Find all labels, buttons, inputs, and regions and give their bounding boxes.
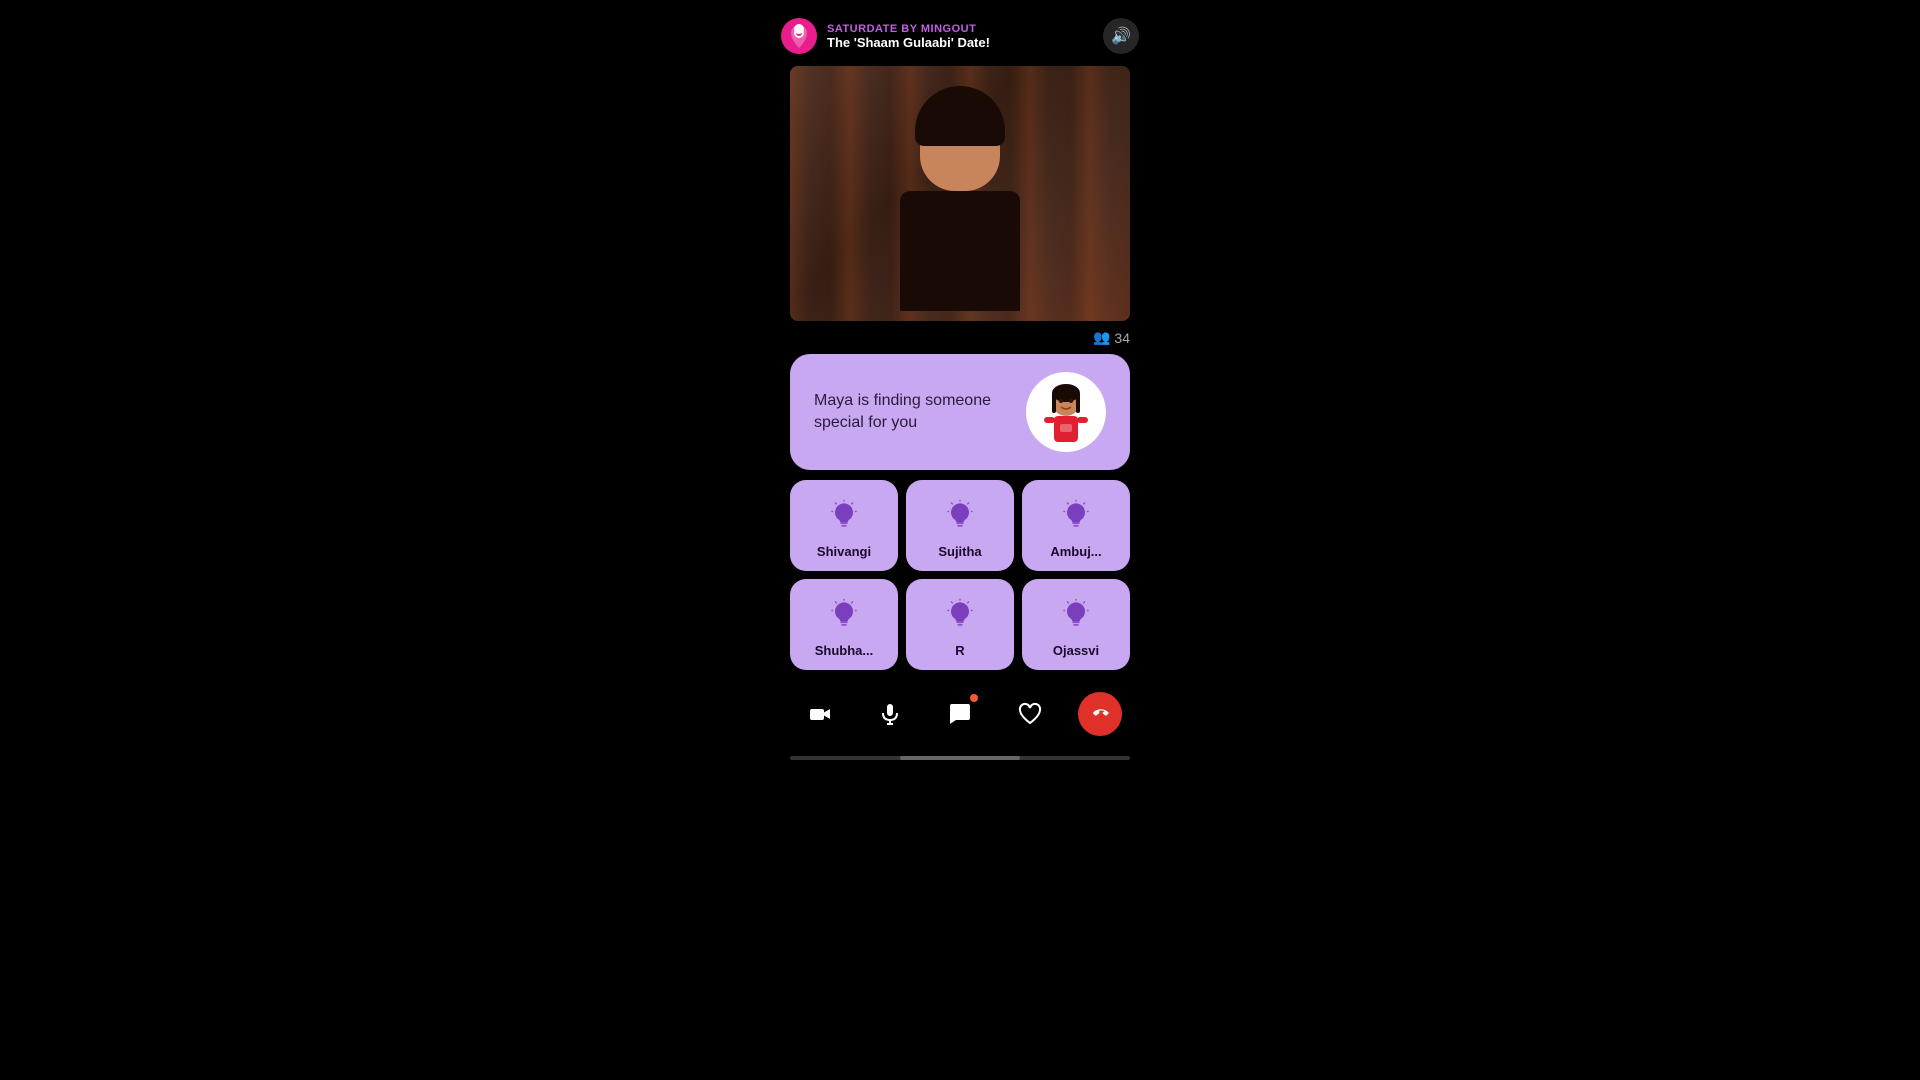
participant-name-sujitha: Sujitha <box>938 544 981 559</box>
app-logo <box>781 18 817 54</box>
video-placeholder <box>790 66 1130 321</box>
maya-card: Maya is finding someone special for you <box>790 354 1130 470</box>
person-body <box>900 191 1020 311</box>
end-call-icon <box>1088 702 1112 726</box>
participants-bar: 👥 34 <box>790 325 1130 350</box>
participant-name-r: R <box>955 643 964 658</box>
header-text: SATURDATE BY MINGOUT The 'Shaam Gulaabi'… <box>827 23 990 50</box>
maya-avatar <box>1026 372 1106 452</box>
mic-button[interactable] <box>868 692 912 736</box>
maya-character-svg <box>1036 380 1096 452</box>
chat-icon <box>948 702 972 726</box>
lightbulb-icon <box>826 498 862 534</box>
lightbulb-icon <box>942 597 978 633</box>
app-container: SATURDATE BY MINGOUT The 'Shaam Gulaabi'… <box>765 0 1155 844</box>
brand-name: SATURDATE BY MINGOUT <box>827 23 990 35</box>
bottom-controls <box>765 680 1155 748</box>
camera-button[interactable] <box>798 692 842 736</box>
participants-grid: Shivangi Sujitha <box>790 480 1130 670</box>
participant-card-ojassvi[interactable]: Ojassvi <box>1022 579 1130 670</box>
participant-icon-shivangi <box>824 496 864 536</box>
heart-button[interactable] <box>1008 692 1052 736</box>
participant-card-shubha[interactable]: Shubha... <box>790 579 898 670</box>
participant-card-r[interactable]: R <box>906 579 1014 670</box>
video-feed <box>790 66 1130 321</box>
mic-icon <box>878 702 902 726</box>
person-hair <box>915 86 1005 146</box>
person-silhouette <box>870 101 1050 321</box>
participant-icon-r <box>940 595 980 635</box>
chat-button[interactable] <box>938 692 982 736</box>
participants-icon: 👥 <box>1093 329 1110 346</box>
person-head <box>920 101 1000 191</box>
participant-name-ambuj: Ambuj... <box>1050 544 1101 559</box>
participant-icon-shubha <box>824 595 864 635</box>
lightbulb-icon <box>1058 597 1094 633</box>
sound-button[interactable]: 🔊 <box>1103 18 1139 54</box>
participant-card-sujitha[interactable]: Sujitha <box>906 480 1014 571</box>
participant-icon-sujitha <box>940 496 980 536</box>
heart-icon <box>1018 702 1042 726</box>
participant-name-ojassvi: Ojassvi <box>1053 643 1099 658</box>
end-call-button[interactable] <box>1078 692 1122 736</box>
participant-name-shubha: Shubha... <box>815 643 874 658</box>
participant-card-shivangi[interactable]: Shivangi <box>790 480 898 571</box>
bottom-bar-inner <box>900 756 1020 760</box>
header: SATURDATE BY MINGOUT The 'Shaam Gulaabi'… <box>765 10 1155 62</box>
participant-icon-ojassvi <box>1056 595 1096 635</box>
camera-icon <box>808 702 832 726</box>
participant-name-shivangi: Shivangi <box>817 544 871 559</box>
lightbulb-icon <box>1058 498 1094 534</box>
bottom-bar <box>790 756 1130 760</box>
lightbulb-icon <box>942 498 978 534</box>
lightbulb-icon <box>826 597 862 633</box>
event-name: The 'Shaam Gulaabi' Date! <box>827 35 990 50</box>
chat-badge <box>970 694 978 702</box>
participant-card-ambuj[interactable]: Ambuj... <box>1022 480 1130 571</box>
participant-icon-ambuj <box>1056 496 1096 536</box>
maya-message: Maya is finding someone special for you <box>814 390 1026 435</box>
participants-count: 34 <box>1114 330 1130 346</box>
